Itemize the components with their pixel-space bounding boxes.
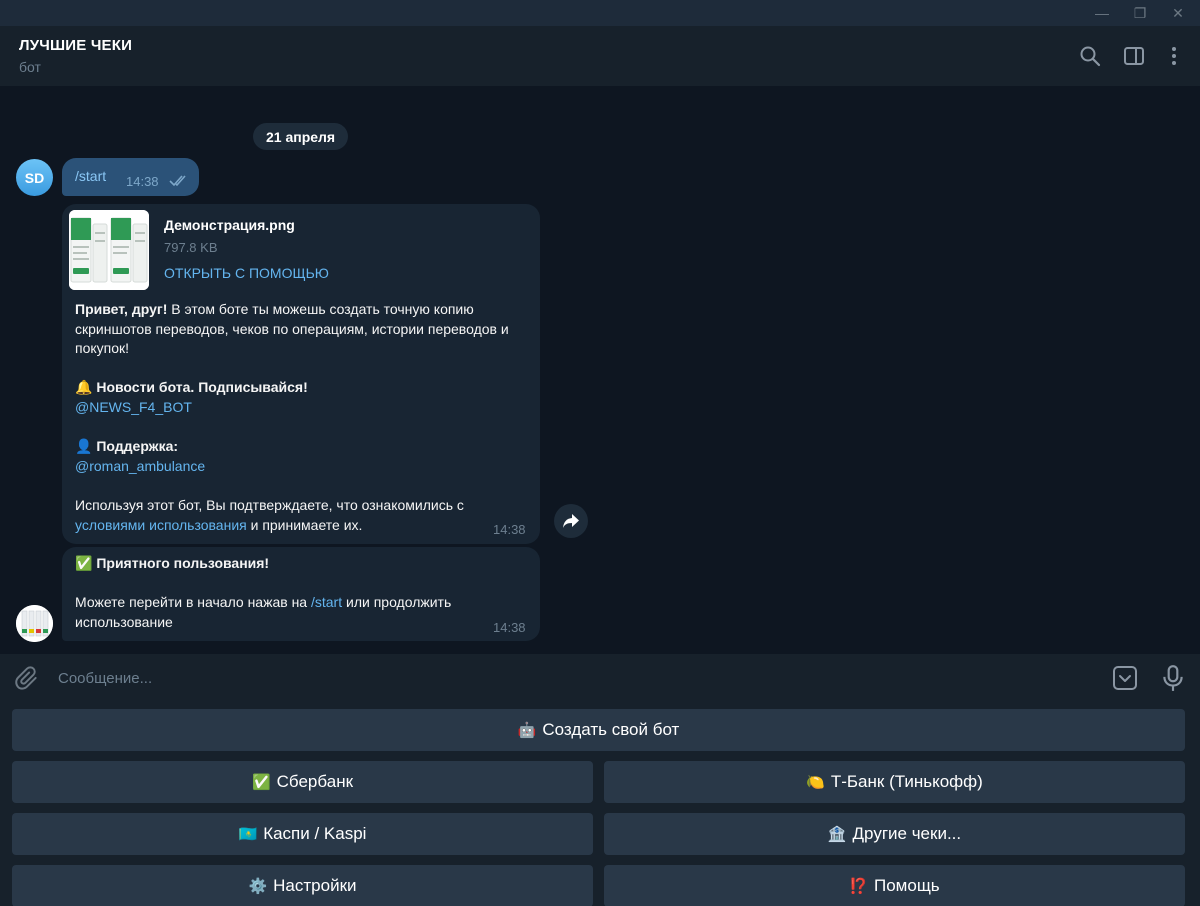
second-title-line: ✅ Приятного пользования!	[75, 554, 525, 574]
sberbank-button[interactable]: ✅ Сбербанк	[12, 761, 593, 803]
terms-paragraph: Используя этот бот, Вы подтверждаете, чт…	[75, 496, 525, 535]
microphone-icon[interactable]	[1160, 664, 1186, 692]
bot-welcome-message[interactable]: Демонстрация.png 797.8 KB ОТКРЫТЬ С ПОМО…	[62, 204, 540, 544]
gear-icon: ⚙️	[248, 877, 268, 895]
start-command-text[interactable]: /start	[75, 168, 106, 184]
bot-avatar[interactable]	[16, 605, 53, 642]
bot-reply-keyboard: 🤖 Создать свой бот ✅ Сбербанк 🍋 Т-Банк (…	[0, 702, 1200, 906]
news-bot-link[interactable]: @NEWS_F4_BOT	[75, 399, 192, 415]
attach-icon[interactable]	[14, 666, 40, 692]
kaspi-button[interactable]: 🇰🇿 Каспи / Kaspi	[12, 813, 593, 855]
robot-icon: 🤖	[517, 721, 537, 739]
bot-avatar-image	[16, 605, 53, 642]
terms-text-after: и принимаете их.	[246, 516, 363, 533]
sberbank-label: Сбербанк	[276, 772, 354, 791]
file-size: 797.8 KB	[164, 240, 218, 255]
check-mark-icon: ✅	[251, 773, 271, 791]
help-button[interactable]: ⁉️ Помощь	[604, 865, 1185, 906]
file-thumbnail[interactable]	[69, 210, 149, 290]
forward-button[interactable]	[554, 504, 588, 538]
close-window-button[interactable]: ✕	[1156, 0, 1200, 26]
bot-second-message[interactable]: ✅ Приятного пользования! Можете перейти …	[62, 547, 540, 641]
support-label: Поддержка:	[96, 438, 179, 454]
more-vertical-icon[interactable]	[1162, 44, 1186, 68]
second-body: Можете перейти в начало нажав на /start …	[75, 593, 495, 632]
news-paragraph: 🔔 Новости бота. Подписывайся! @NEWS_F4_B…	[75, 378, 525, 417]
search-icon[interactable]	[1078, 44, 1102, 68]
greeting-paragraph: Привет, друг! В этом боте ты можешь созд…	[75, 300, 525, 359]
start-command-link[interactable]: /start	[311, 594, 342, 610]
kaspi-label: Каспи / Kaspi	[263, 824, 367, 843]
message-list[interactable]: 21 апреля SD /start 14:38 Демонстрация.p…	[0, 86, 1200, 654]
check-mark-icon: ✅	[75, 555, 93, 571]
sidebar-toggle-icon[interactable]	[1122, 44, 1146, 68]
terms-link[interactable]: условиями использования	[75, 517, 247, 533]
message-time: 14:38	[493, 522, 526, 537]
second-title: Приятного пользования!	[96, 555, 270, 571]
second-text-before: Можете перейти в начало нажав на	[75, 594, 311, 610]
file-name: Демонстрация.png	[164, 217, 295, 233]
lemon-icon: 🍋	[806, 773, 825, 791]
tbank-label: Т-Банк (Тинькофф)	[830, 772, 983, 791]
terms-text-before: Используя этот бот, Вы подтверждаете, чт…	[75, 497, 464, 513]
bell-icon: 🔔	[75, 379, 93, 395]
date-separator: 21 апреля	[253, 123, 349, 150]
message-time: 14:38	[493, 620, 526, 635]
window-titlebar: — ❐ ✕	[0, 0, 1200, 26]
user-avatar[interactable]: SD	[16, 159, 53, 196]
create-bot-label: Создать свой бот	[542, 720, 680, 739]
screenshot-preview-image	[69, 210, 149, 290]
chat-header[interactable]: ЛУЧШИЕ ЧЕКИ бот	[0, 26, 1200, 86]
support-link[interactable]: @roman_ambulance	[75, 458, 205, 474]
chat-subtitle: бот	[19, 59, 41, 75]
message-input[interactable]	[50, 662, 1090, 694]
help-label: Помощь	[874, 876, 940, 895]
chat-title: ЛУЧШИЕ ЧЕКИ	[19, 37, 133, 54]
double-check-icon	[169, 175, 186, 187]
kazakhstan-flag-icon: 🇰🇿	[238, 825, 258, 843]
tbank-button[interactable]: 🍋 Т-Банк (Тинькофф)	[604, 761, 1185, 803]
open-with-link[interactable]: ОТКРЫТЬ С ПОМОЩЬЮ	[164, 265, 329, 281]
news-label: Новости бота. Подписывайся!	[96, 379, 308, 395]
message-composer	[0, 654, 1200, 702]
other-receipts-label: Другие чеки...	[852, 824, 962, 843]
person-icon: 👤	[75, 438, 93, 454]
exclamation-question-icon: ⁉️	[849, 877, 868, 895]
other-receipts-button[interactable]: 🏦 Другие чеки...	[604, 813, 1185, 855]
outgoing-message[interactable]: /start 14:38	[62, 158, 199, 196]
bank-icon: 🏦	[827, 825, 847, 843]
create-bot-button[interactable]: 🤖 Создать свой бот	[12, 709, 1185, 751]
support-paragraph: 👤 Поддержка: @roman_ambulance	[75, 437, 525, 476]
settings-label: Настройки	[273, 876, 357, 895]
forward-arrow-icon	[563, 514, 579, 528]
message-time: 14:38	[126, 174, 159, 189]
keyboard-toggle-icon[interactable]	[1112, 665, 1138, 691]
settings-button[interactable]: ⚙️ Настройки	[12, 865, 593, 906]
greeting-bold: Привет, друг!	[75, 301, 168, 317]
